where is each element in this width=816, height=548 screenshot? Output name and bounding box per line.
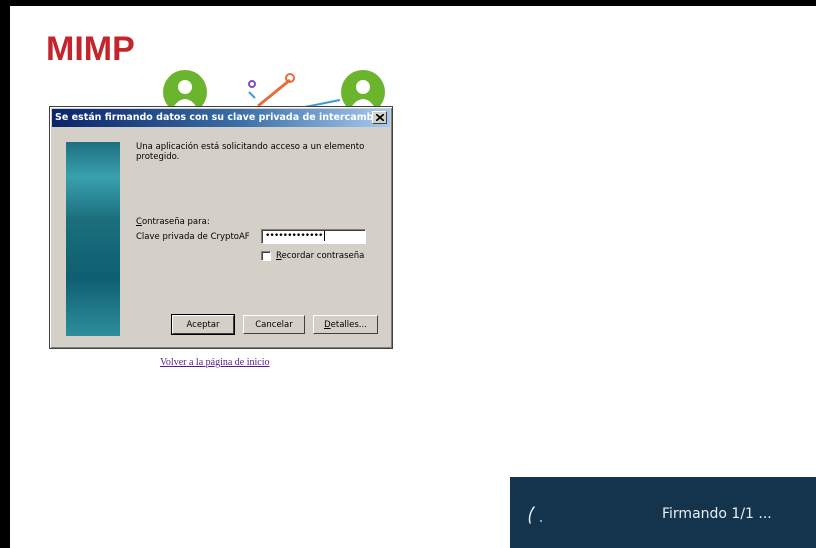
accept-button[interactable]: Aceptar [171, 314, 235, 335]
key-name-label: Clave privada de CryptoAF [136, 232, 250, 242]
details-button[interactable]: Detalles... [313, 315, 378, 334]
password-field[interactable]: ••••••••••••• [261, 229, 366, 244]
remember-password-checkbox[interactable] [261, 251, 271, 261]
mimp-logo: MIMP [46, 30, 135, 68]
password-for-text: ontraseña para: [141, 217, 210, 227]
signing-toast: Firmando 1/1 ... [510, 477, 816, 548]
spinner-icon [528, 506, 542, 524]
text-cursor [324, 230, 326, 241]
cancel-button[interactable]: Cancelar [243, 315, 305, 334]
home-link[interactable]: Volver a la página de inicio [160, 357, 270, 368]
signing-status: Firmando 1/1 ... [662, 506, 772, 522]
dialog-close-button[interactable] [372, 111, 387, 124]
password-value: ••••••••••••• [265, 231, 323, 241]
password-for-label: Contraseña para: [136, 217, 210, 227]
dialog-message: Una aplicación está solicitando acceso a… [136, 142, 365, 162]
dialog-titlebar[interactable]: Se están firmando datos con su clave pri… [52, 109, 390, 127]
remember-password-label[interactable]: Recordar contraseña [276, 251, 364, 261]
close-icon [375, 114, 384, 121]
dialog-title: Se están firmando datos con su clave pri… [55, 112, 384, 123]
password-dialog: Se están firmando datos con su clave pri… [49, 106, 393, 349]
dialog-side-panel [66, 142, 120, 336]
network-nodes-icon [248, 73, 341, 109]
